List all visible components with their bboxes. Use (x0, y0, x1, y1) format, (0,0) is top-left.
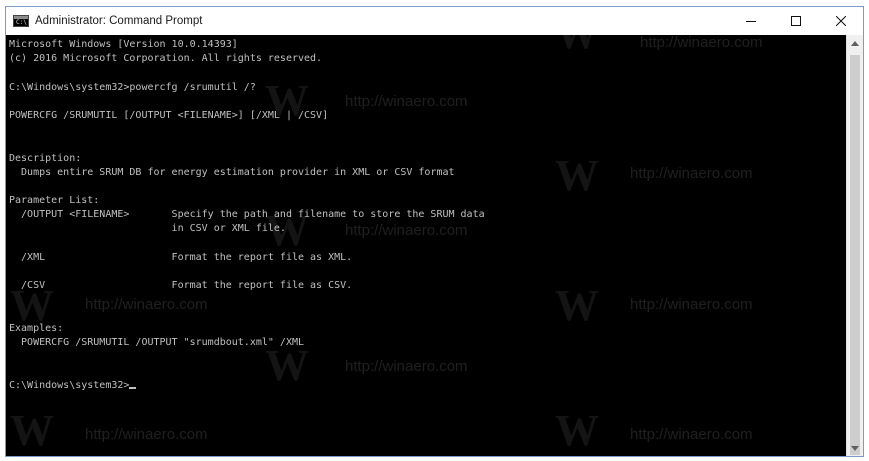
console-lines: Microsoft Windows [Version 10.0.14393] (c… (9, 38, 847, 393)
scroll-down-button[interactable] (847, 440, 863, 456)
minimize-icon (745, 21, 756, 22)
cmd-icon: C:\ (13, 15, 29, 27)
command-prompt-line: C:\Windows\system32> (9, 379, 847, 393)
scroll-up-button[interactable] (847, 35, 863, 51)
minimize-button[interactable] (728, 7, 773, 35)
console-line: Examples: (9, 322, 64, 334)
console-line: POWERCFG /SRUMUTIL [/OUTPUT <FILENAME>] … (9, 109, 329, 121)
console-line: Parameter List: (9, 195, 100, 207)
close-icon (835, 16, 846, 26)
console-line: Description: (9, 152, 82, 164)
console-line: /CSV Format the report file as CSV. (9, 280, 353, 292)
console-line: Microsoft Windows [Version 10.0.14393] (9, 39, 238, 50)
chevron-up-icon (851, 40, 859, 46)
command-prompt-window: C:\ Administrator: Command Prompt Micros… (5, 6, 864, 457)
console-line: /OUTPUT <FILENAME> Specify the path and … (9, 209, 485, 221)
maximize-button[interactable] (773, 7, 818, 35)
cmd-icon-text: C:\ (16, 19, 27, 26)
console-line: C:\Windows\system32>powercfg /srumutil /… (9, 81, 256, 93)
console-line: /XML Format the report file as XML. (9, 251, 353, 263)
window-title: Administrator: Command Prompt (35, 15, 203, 27)
maximize-icon (790, 16, 801, 26)
console-line: Dumps entire SRUM DB for energy estimati… (9, 166, 455, 178)
close-button[interactable] (818, 7, 863, 35)
console-output[interactable]: Microsoft Windows [Version 10.0.14393] (c… (6, 35, 847, 456)
chevron-down-icon (851, 445, 859, 451)
scrollbar-thumb[interactable] (850, 55, 860, 455)
console-line: POWERCFG /SRUMUTIL /OUTPUT "srumdbout.xm… (9, 336, 305, 348)
console-line: (c) 2016 Microsoft Corporation. All righ… (9, 53, 323, 65)
vertical-scrollbar[interactable] (846, 35, 863, 456)
text-cursor (129, 386, 137, 389)
title-bar[interactable]: C:\ Administrator: Command Prompt (6, 7, 863, 35)
console-line: in CSV or XML file. (9, 223, 286, 235)
